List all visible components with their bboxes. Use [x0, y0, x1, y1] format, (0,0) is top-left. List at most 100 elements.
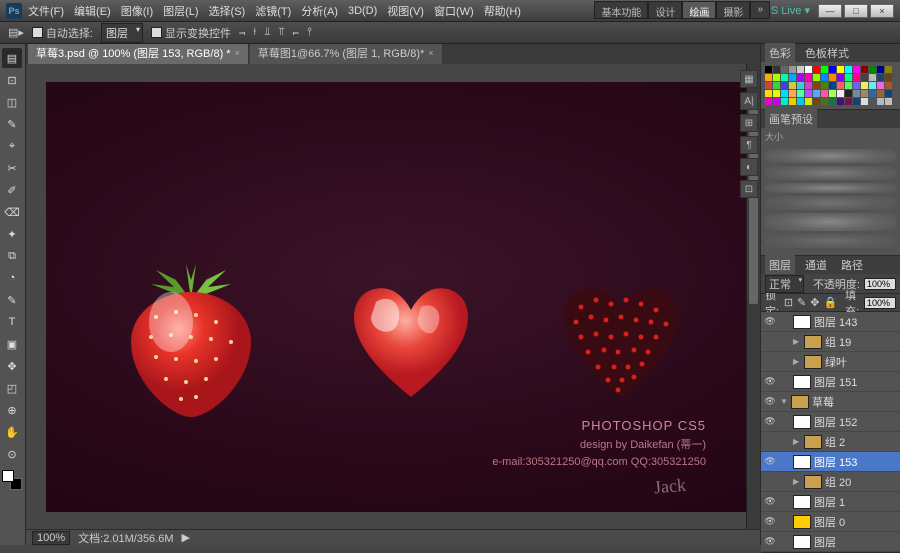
swatch[interactable]: [837, 66, 844, 73]
swatch[interactable]: [789, 74, 796, 81]
tab-brush-presets[interactable]: 画笔预设: [765, 109, 817, 129]
folder-arrow-icon[interactable]: ▶: [793, 357, 801, 366]
eyedropper-tool[interactable]: ✂: [2, 158, 22, 178]
menu-file[interactable]: 文件(F): [24, 0, 68, 22]
swatch[interactable]: [813, 74, 820, 81]
swatch[interactable]: [829, 74, 836, 81]
swatch[interactable]: [869, 82, 876, 89]
swatch[interactable]: [853, 74, 860, 81]
layer-row[interactable]: 👁图层 1: [761, 492, 900, 512]
fill-input[interactable]: [864, 297, 896, 309]
layer-row[interactable]: 👁▼草莓: [761, 392, 900, 412]
swatch[interactable]: [805, 74, 812, 81]
stamp-tool[interactable]: ✦: [2, 224, 22, 244]
visibility-toggle[interactable]: [763, 435, 777, 449]
zoom-field[interactable]: 100%: [32, 531, 70, 545]
doc-tab-1[interactable]: 草莓3.psd @ 100% (图层 153, RGB/8) *×: [28, 44, 248, 64]
folder-arrow-icon[interactable]: ▼: [780, 397, 788, 406]
swatch[interactable]: [813, 66, 820, 73]
swatch[interactable]: [821, 82, 828, 89]
tab-color[interactable]: 色彩: [765, 43, 795, 63]
swatch[interactable]: [813, 90, 820, 97]
layer-row[interactable]: 👁图层 153: [761, 452, 900, 472]
swatch[interactable]: [861, 66, 868, 73]
menu-image[interactable]: 图像(I): [117, 0, 157, 22]
type-tool[interactable]: T: [2, 312, 22, 332]
color-swatch[interactable]: [2, 470, 22, 490]
swatch[interactable]: [877, 98, 884, 105]
layer-thumbnail[interactable]: [793, 515, 811, 529]
swatch[interactable]: [821, 66, 828, 73]
tab-swatch-styles[interactable]: 色板样式: [801, 43, 853, 63]
eraser-tool[interactable]: ◔: [2, 268, 22, 288]
swatch[interactable]: [861, 82, 868, 89]
visibility-toggle[interactable]: 👁: [763, 515, 777, 529]
minimize-button[interactable]: —: [818, 4, 842, 18]
swatch[interactable]: [877, 74, 884, 81]
path-tool[interactable]: ✥: [2, 356, 22, 376]
swatch[interactable]: [885, 98, 892, 105]
shape-tool[interactable]: ◰: [2, 378, 22, 398]
align-bottom-icon[interactable]: ⫯: [307, 26, 312, 39]
folder-arrow-icon[interactable]: ▶: [793, 337, 801, 346]
align-middle-icon[interactable]: ⫭: [293, 26, 299, 39]
zoom-tool[interactable]: ⊙: [2, 444, 22, 464]
swatch[interactable]: [837, 74, 844, 81]
layer-thumbnail[interactable]: [793, 375, 811, 389]
brush-preset[interactable]: [765, 149, 896, 163]
swatch[interactable]: [805, 90, 812, 97]
layer-name[interactable]: 组 20: [825, 474, 851, 490]
swatch[interactable]: [845, 66, 852, 73]
doc-tab-2[interactable]: 草莓图1@66.7% (图层 1, RGB/8)*×: [250, 44, 442, 64]
swatch[interactable]: [765, 98, 772, 105]
swatch[interactable]: [869, 90, 876, 97]
swatch[interactable]: [877, 90, 884, 97]
swatch[interactable]: [765, 82, 772, 89]
swatch[interactable]: [845, 74, 852, 81]
visibility-toggle[interactable]: 👁: [763, 535, 777, 549]
brush-preset[interactable]: [765, 166, 896, 180]
menu-filter[interactable]: 滤镜(T): [251, 0, 295, 22]
layer-row[interactable]: 👁图层: [761, 532, 900, 552]
close-button[interactable]: ×: [870, 4, 894, 18]
swatch[interactable]: [797, 98, 804, 105]
swatch[interactable]: [853, 98, 860, 105]
layer-thumbnail[interactable]: [793, 315, 811, 329]
menu-layer[interactable]: 图层(L): [159, 0, 202, 22]
maximize-button[interactable]: □: [844, 4, 868, 18]
swatch[interactable]: [765, 74, 772, 81]
lock-position-icon[interactable]: ✥: [810, 296, 819, 309]
layer-name[interactable]: 图层 0: [814, 514, 845, 530]
swatch[interactable]: [765, 90, 772, 97]
lock-all-icon[interactable]: 🔒: [823, 296, 837, 309]
visibility-toggle[interactable]: 👁: [763, 395, 777, 409]
layer-row[interactable]: 👁 图层 0: [761, 512, 900, 532]
layer-row[interactable]: ▶绿叶: [761, 352, 900, 372]
swatch[interactable]: [781, 98, 788, 105]
visibility-toggle[interactable]: 👁: [763, 315, 777, 329]
visibility-toggle[interactable]: [763, 475, 777, 489]
move-tool[interactable]: ▤: [2, 48, 22, 68]
swatch[interactable]: [829, 90, 836, 97]
layer-name[interactable]: 图层 1: [814, 494, 845, 510]
swatch[interactable]: [789, 98, 796, 105]
show-transform-checkbox[interactable]: 显示变换控件: [151, 25, 231, 41]
close-icon[interactable]: ×: [235, 48, 240, 58]
swatch[interactable]: [805, 98, 812, 105]
swatch[interactable]: [821, 90, 828, 97]
workspace-essentials[interactable]: 基本功能: [594, 1, 648, 19]
swatch[interactable]: [837, 98, 844, 105]
close-icon[interactable]: ×: [428, 48, 433, 58]
statusbar-arrow-icon[interactable]: ▶: [182, 531, 190, 544]
brush-preset[interactable]: [765, 183, 896, 193]
hand-tool[interactable]: ✋: [2, 422, 22, 442]
swatch[interactable]: [845, 90, 852, 97]
character-icon[interactable]: A|: [740, 92, 758, 110]
layer-row[interactable]: ▶ 组 19: [761, 332, 900, 352]
layer-name[interactable]: 组 19: [825, 334, 851, 350]
align-left-icon[interactable]: ⫬: [239, 26, 245, 39]
swatch[interactable]: [813, 82, 820, 89]
menu-select[interactable]: 选择(S): [205, 0, 250, 22]
marquee-tool[interactable]: ⊡: [2, 70, 22, 90]
swatch[interactable]: [789, 90, 796, 97]
